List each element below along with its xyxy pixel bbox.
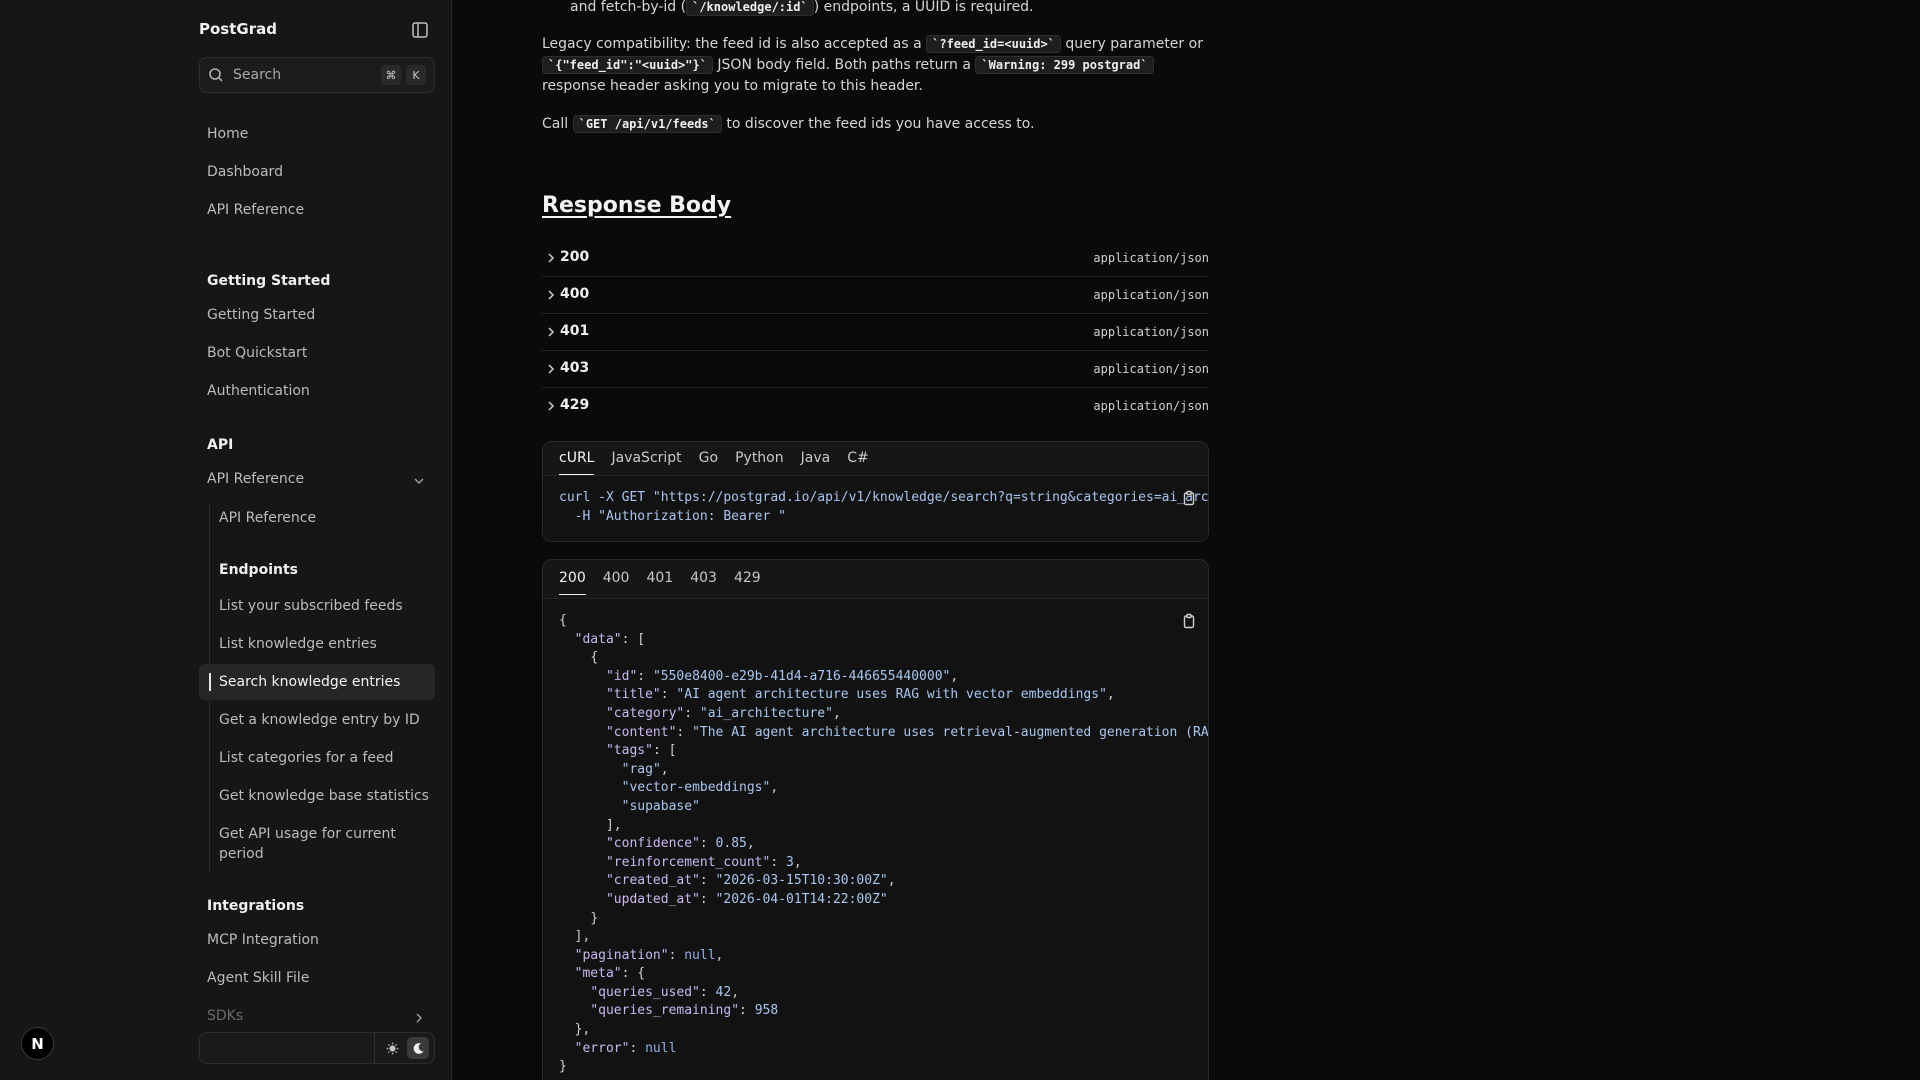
content-type: application/json — [1093, 325, 1209, 339]
response-row-400[interactable]: 400 application/json — [542, 277, 1209, 314]
inline-code: `GET /api/v1/feeds` — [572, 115, 722, 133]
response-body-heading[interactable]: Response Body — [542, 193, 731, 218]
sidebar-item-dashboard[interactable]: Dashboard — [207, 164, 283, 180]
content-type: application/json — [1093, 399, 1209, 413]
endpoints-heading: Endpoints — [219, 562, 298, 578]
curl-code-area: curl -X GET "https://postgrad.io/api/v1/… — [543, 475, 1209, 541]
tab-403[interactable]: 403 — [690, 570, 717, 595]
content-type: application/json — [1093, 362, 1209, 376]
paragraph-feeds: Call `GET /api/v1/feeds` to discover the… — [542, 115, 1035, 133]
tab-curl[interactable]: cURL — [559, 450, 595, 475]
response-row-429[interactable]: 429 application/json — [542, 388, 1209, 425]
status-code: 403 — [560, 360, 590, 376]
tab-go[interactable]: Go — [699, 450, 718, 475]
shortcut-cmd-key: ⌘ — [381, 65, 401, 85]
tab-200[interactable]: 200 — [559, 570, 586, 595]
inline-code: `Warning: 299 postgrad` — [975, 56, 1154, 74]
content-type: application/json — [1093, 288, 1209, 302]
json-code-area: { "data": [ { "id": "550e8400-e29b-41d4-… — [543, 598, 1208, 1080]
sidebar-group-api-reference[interactable]: API Reference — [207, 471, 304, 487]
response-row-403[interactable]: 403 application/json — [542, 351, 1209, 388]
copy-icon[interactable] — [1181, 490, 1197, 506]
paragraph-legacy: Legacy compatibility: the feed id is als… — [542, 35, 1203, 94]
tab-401[interactable]: 401 — [646, 570, 673, 595]
section-api: API — [207, 437, 234, 453]
json-response: { "data": [ { "id": "550e8400-e29b-41d4-… — [559, 613, 1209, 1075]
chevron-right-icon — [544, 324, 558, 338]
inline-code: `?feed_id=<uuid>` — [926, 35, 1061, 53]
tab-400[interactable]: 400 — [603, 570, 630, 595]
response-row-401[interactable]: 401 application/json — [542, 314, 1209, 351]
tab-429[interactable]: 429 — [734, 570, 761, 595]
endpoint-search-knowledge[interactable]: Search knowledge entries — [219, 672, 400, 692]
sidebar-item-mcp-integration[interactable]: MCP Integration — [207, 932, 319, 948]
sidebar-toggle-icon[interactable] — [410, 20, 430, 40]
sidebar-item-agent-skill-file[interactable]: Agent Skill File — [207, 970, 309, 986]
sidebar-item-api-reference[interactable]: API Reference — [207, 202, 304, 218]
status-code: 401 — [560, 323, 590, 339]
request-code-card: cURL JavaScript Go Python Java C# curl -… — [542, 441, 1209, 542]
sun-icon[interactable] — [382, 1038, 402, 1058]
sidebar-subitem-api-reference[interactable]: API Reference — [219, 508, 316, 528]
tab-java[interactable]: Java — [801, 450, 831, 475]
tab-python[interactable]: Python — [735, 450, 784, 475]
status-code: 429 — [560, 397, 590, 413]
inline-code: `{"feed_id":"<uuid>"}` — [542, 56, 713, 74]
theme-divider — [374, 1033, 375, 1063]
shortcut-k-key: K — [406, 65, 426, 85]
endpoint-list-knowledge[interactable]: List knowledge entries — [219, 634, 377, 654]
status-code: 400 — [560, 286, 590, 302]
sidebar: PostGrad Search ⌘ K Home Dashboard API R… — [0, 0, 452, 1080]
response-example-card: 200 400 401 403 429 { "data": [ { "id": … — [542, 559, 1209, 1080]
endpoint-get-api-usage[interactable]: Get API usage for current period — [219, 824, 419, 864]
chevron-down-icon[interactable] — [412, 473, 426, 487]
sidebar-item-bot-quickstart[interactable]: Bot Quickstart — [207, 345, 307, 361]
curl-code: curl -X GET "https://postgrad.io/api/v1/… — [559, 490, 1209, 524]
section-getting-started: Getting Started — [207, 273, 331, 289]
search-placeholder: Search — [233, 67, 282, 83]
chevron-right-icon — [544, 287, 558, 301]
chevron-right-icon — [544, 398, 558, 412]
search-icon — [208, 67, 224, 83]
request-language-tabs: cURL JavaScript Go Python Java C# — [559, 450, 886, 475]
sidebar-item-sdks[interactable]: SDKs — [207, 1008, 243, 1024]
endpoint-get-entry-by-id[interactable]: Get a knowledge entry by ID — [219, 710, 420, 730]
theme-switcher — [199, 1032, 435, 1064]
moon-icon[interactable] — [407, 1037, 429, 1059]
active-indicator — [209, 673, 211, 691]
endpoint-get-statistics[interactable]: Get knowledge base statistics — [219, 786, 429, 806]
response-code-tabs: 200 400 401 403 429 — [559, 570, 778, 595]
content-type: application/json — [1093, 251, 1209, 265]
sidebar-item-home[interactable]: Home — [207, 126, 248, 142]
endpoint-list-feeds[interactable]: List your subscribed feeds — [219, 596, 403, 616]
app-badge[interactable]: N — [21, 1027, 54, 1060]
chevron-right-icon[interactable] — [412, 1010, 426, 1024]
endpoint-list-categories[interactable]: List categories for a feed — [219, 748, 394, 768]
sidebar-item-getting-started[interactable]: Getting Started — [207, 307, 315, 323]
brand-title[interactable]: PostGrad — [199, 20, 277, 38]
status-code: 200 — [560, 249, 590, 265]
chevron-right-icon — [544, 361, 558, 375]
inline-code: `/knowledge/:id` — [686, 0, 814, 16]
paragraph-uuid: and fetch-by-id (`/knowledge/:id`) endpo… — [570, 0, 1034, 16]
sidebar-item-authentication[interactable]: Authentication — [207, 383, 310, 399]
tab-javascript[interactable]: JavaScript — [611, 450, 681, 475]
chevron-right-icon — [544, 250, 558, 264]
search-input[interactable]: Search ⌘ K — [199, 57, 435, 93]
tab-csharp[interactable]: C# — [847, 450, 869, 475]
response-row-200[interactable]: 200 application/json — [542, 240, 1209, 277]
section-integrations: Integrations — [207, 898, 305, 914]
